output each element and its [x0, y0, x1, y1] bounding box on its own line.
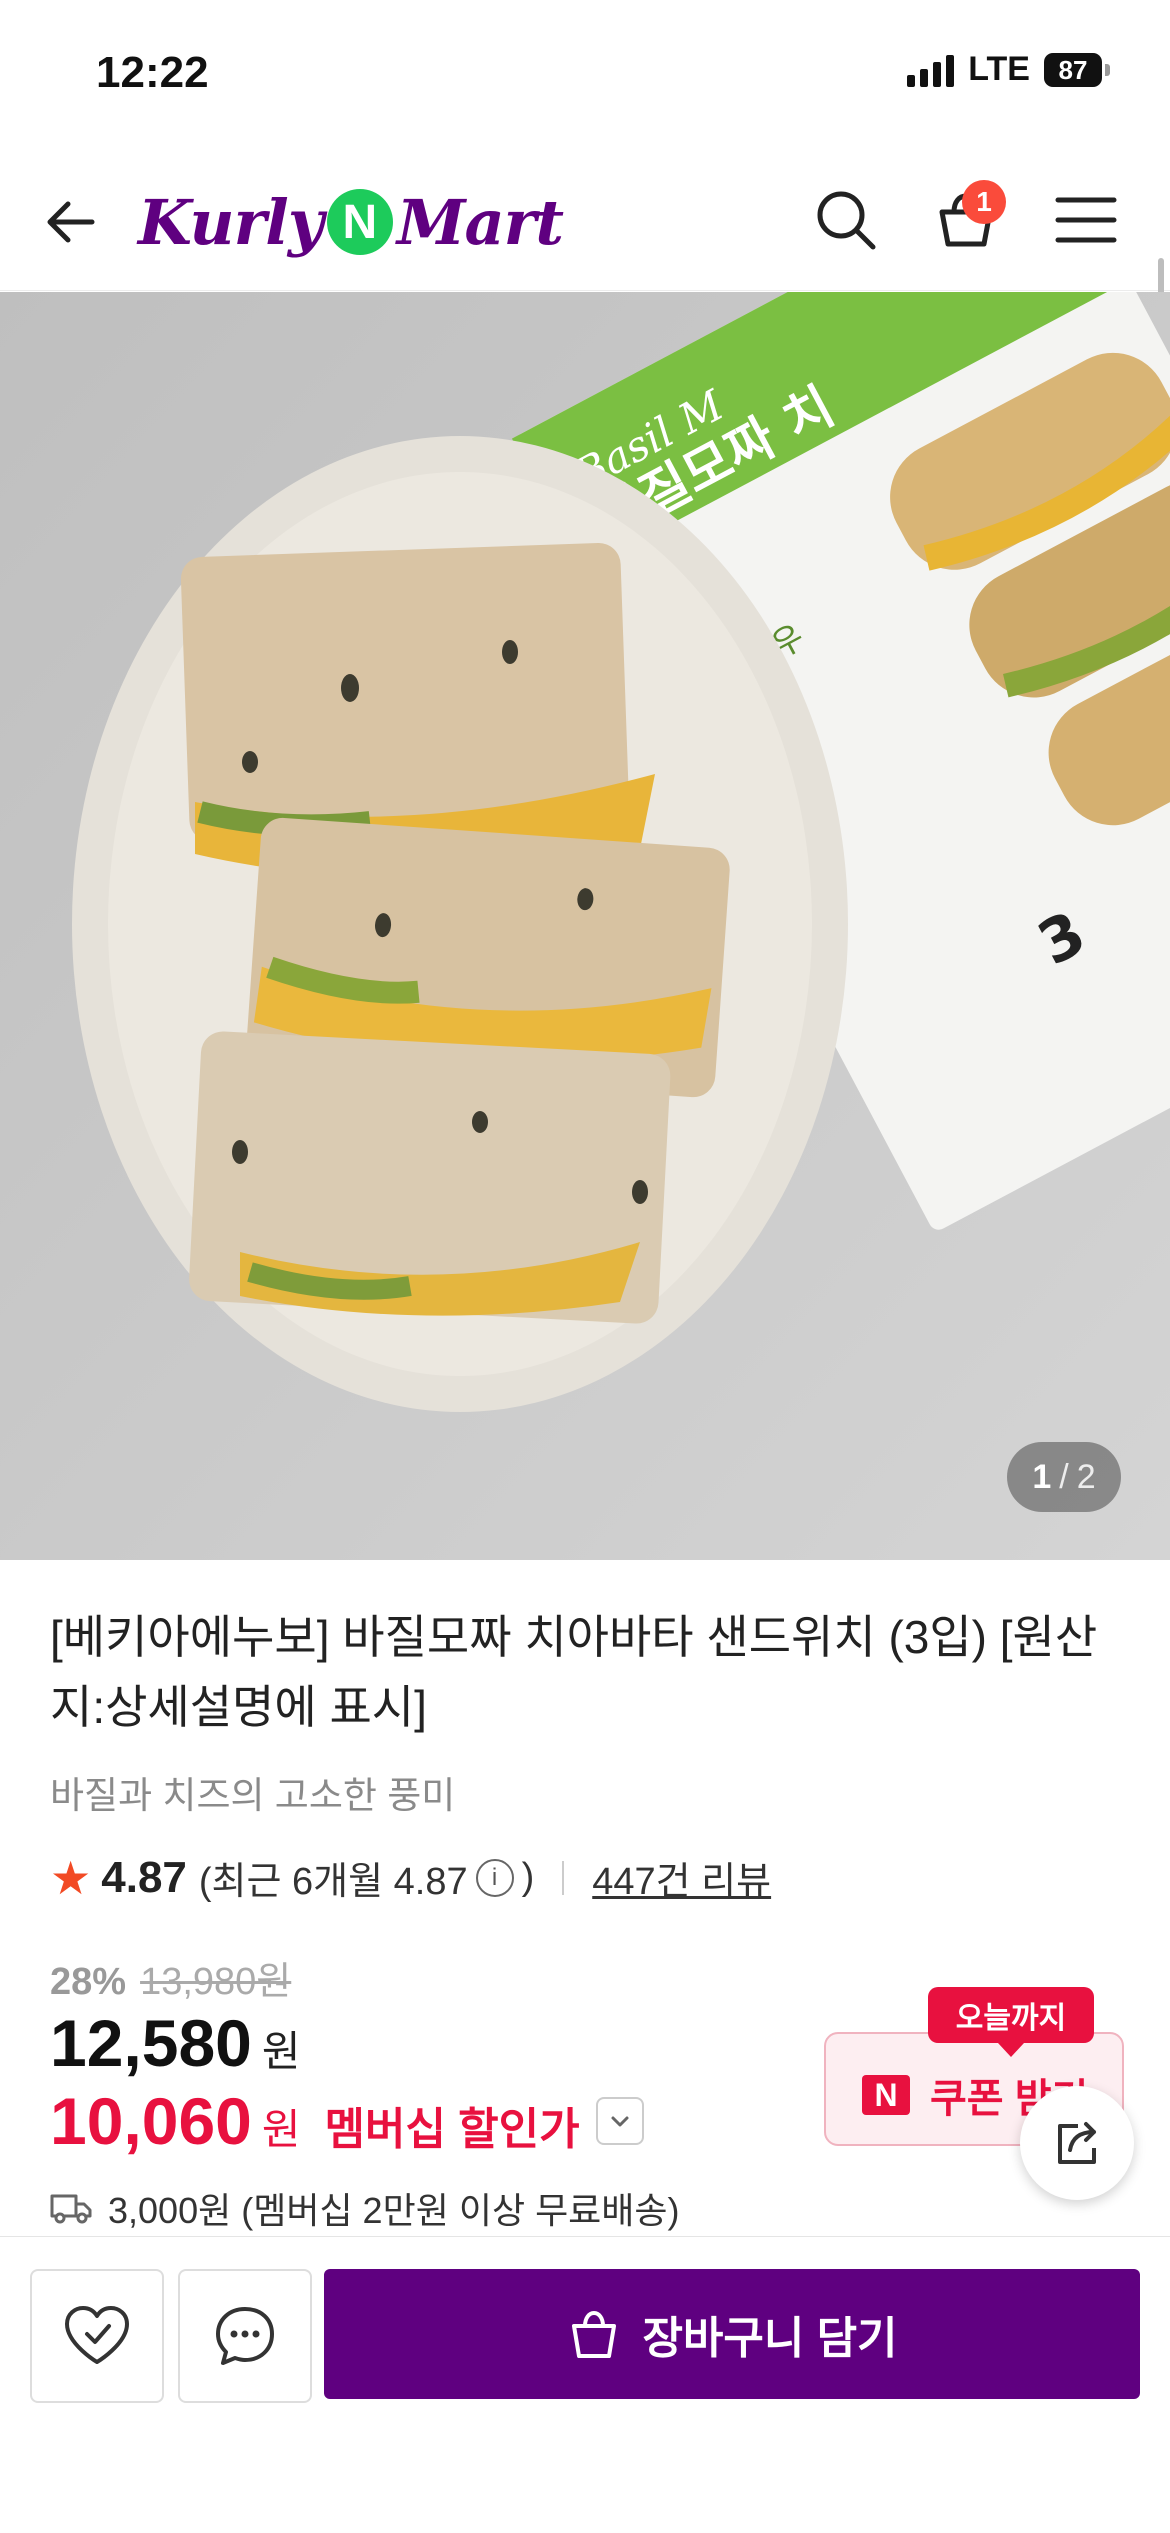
price-unit: 원 — [261, 2028, 301, 2075]
wishlist-button[interactable] — [30, 2269, 164, 2403]
inquiry-button[interactable] — [178, 2269, 312, 2403]
chat-bubble-icon — [216, 2307, 274, 2365]
add-to-cart-label: 장바구니 담기 — [642, 2314, 898, 2363]
logo-text-kurly: Kurly — [138, 185, 324, 259]
battery-level: 87 — [1044, 52, 1102, 87]
battery-icon: 87 — [1044, 52, 1110, 87]
delivery-text: 3,000원 (멤버십 2만원 이상 무료배송) — [108, 2190, 680, 2231]
member-price-label: 멤버십 할인가 — [324, 2105, 580, 2154]
delivery-info: 3,000원 (멤버십 2만원 이상 무료배송) — [50, 2182, 680, 2234]
network-label: LTE — [968, 50, 1030, 88]
truck-icon — [50, 2194, 92, 2224]
image-counter-current: 1 — [1032, 1457, 1052, 1496]
image-counter: 1 / 2 — [1007, 1442, 1121, 1512]
sale-price: 12,580 — [50, 2006, 252, 2080]
signal-icon — [907, 53, 955, 87]
discount-rate: 28% — [50, 1961, 127, 2003]
cart-button[interactable]: 1 — [926, 180, 1006, 260]
heart-check-icon — [65, 2306, 129, 2364]
divider — [562, 1860, 565, 1895]
share-button[interactable] — [1020, 2086, 1134, 2200]
recent-rating: (최근 6개월 4.87 — [198, 1861, 468, 1903]
member-price-row: 10,060 원 멤버십 할인가 — [50, 2083, 644, 2159]
star-icon: ★ — [50, 1851, 92, 1904]
member-price-unit: 원 — [261, 2106, 301, 2153]
member-price: 10,060 — [50, 2084, 252, 2158]
status-time: 12:22 — [96, 48, 209, 97]
logo-n-mark: N — [326, 189, 393, 255]
product-subtitle: 바질과 치즈의 고소한 풍미 — [50, 1775, 456, 1816]
info-icon[interactable]: i — [475, 1858, 514, 1897]
rating-score: 4.87 — [101, 1852, 187, 1902]
bottom-action-bar: 장바구니 담기 — [0, 2236, 1170, 2533]
chevron-down-icon[interactable] — [595, 2097, 644, 2145]
product-title: [베키아에누보] 바질모짜 치아바타 샌드위치 (3입) [원산지:상세설명에 … — [50, 1611, 1098, 1733]
status-bar: 12:22 LTE 87 — [0, 0, 1170, 150]
coupon-deadline-tag: 오늘까지 — [928, 1987, 1094, 2057]
back-arrow-icon[interactable] — [40, 190, 104, 254]
cart-count-badge: 1 — [962, 180, 1006, 224]
app-header: Kurly N Mart 1 — [0, 150, 1170, 291]
rating-row: ★ 4.87 (최근 6개월 4.87 i ) 447건 리뷰 — [50, 1850, 771, 1905]
add-to-cart-button[interactable]: 장바구니 담기 — [324, 2269, 1140, 2399]
price-row: 12,580 원 — [50, 2005, 301, 2081]
search-icon[interactable] — [806, 180, 886, 260]
status-indicators: LTE 87 — [907, 50, 1110, 89]
image-counter-total: 2 — [1076, 1457, 1096, 1496]
review-count-link[interactable]: 447건 리뷰 — [592, 1850, 771, 1905]
shopping-bag-icon — [572, 2310, 617, 2358]
menu-icon[interactable] — [1046, 180, 1126, 260]
discount-row: 28% 13,980원 — [50, 1950, 291, 2005]
coupon-n-icon: N — [862, 2075, 910, 2115]
original-price: 13,980원 — [140, 1961, 292, 2003]
product-photo: Basil M 바질모짜 치 봉가우 3 — [0, 292, 1170, 1560]
product-image-gallery[interactable]: Basil M 바질모짜 치 봉가우 3 — [0, 292, 1170, 1560]
logo-text-mart: Mart — [396, 185, 564, 259]
image-counter-sep: / — [1059, 1457, 1069, 1496]
share-icon — [1058, 2122, 1096, 2164]
kurly-n-mart-logo[interactable]: Kurly N Mart — [138, 174, 564, 270]
recent-rating-close: ) — [521, 1856, 535, 1898]
